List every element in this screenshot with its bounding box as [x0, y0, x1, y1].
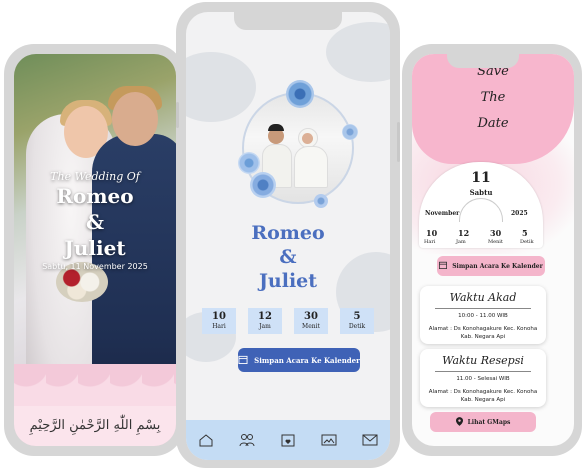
akad-card: Waktu Akad 10:00 - 11.00 WIB Alamat : Ds…: [420, 286, 546, 344]
flower-decoration: [286, 80, 314, 108]
watercolor-wash: [186, 52, 256, 122]
calendar-icon: [238, 355, 248, 366]
resepsi-time: 11.00 - Selesai WIB: [456, 376, 510, 382]
phone-notch: [234, 12, 342, 30]
flower-decoration: [250, 172, 276, 198]
wedding-date: Sabtu, 11 November 2025: [42, 262, 148, 271]
bride-name: Juliet: [258, 270, 318, 292]
flower-decoration: [342, 124, 358, 140]
year-label: 2025: [511, 210, 528, 217]
akad-time: 10:00 - 11.00 WIB: [458, 313, 508, 319]
power-button: [397, 122, 400, 162]
resepsi-card: Waktu Resepsi 11.00 - Selesai WIB Alamat…: [420, 349, 546, 407]
countdown-unit: Hari: [212, 323, 226, 330]
countdown-value: 10: [212, 311, 226, 322]
home-icon[interactable]: [198, 433, 214, 447]
map-pin-icon: [455, 416, 463, 428]
script-title: The Wedding Of: [50, 170, 140, 183]
save-to-calendar-button[interactable]: Simpan Acara Ke Kalender: [238, 348, 360, 372]
countdown-value: 30: [490, 228, 502, 238]
basmalah-text: بِسْمِ اللّٰهِ الرَّحْمٰنِ الرَّحِيْمِ: [14, 406, 176, 446]
flower-decoration: [314, 194, 328, 208]
couple-icon[interactable]: [239, 433, 255, 447]
groom-name: Romeo: [56, 184, 134, 208]
gmaps-label: Lihat GMaps: [467, 418, 511, 426]
countdown-value: 10: [426, 228, 438, 238]
bottom-navbar: [186, 420, 390, 460]
month-label: November: [425, 210, 460, 217]
gmaps-button[interactable]: Lihat GMaps: [430, 412, 536, 432]
arch-divider: [459, 198, 503, 222]
bride-name: Juliet: [64, 236, 126, 260]
divider: [435, 308, 531, 309]
date-text: Date: [477, 116, 509, 131]
countdown-unit: Detik: [520, 239, 534, 245]
akad-address: Alamat : Ds Konohagakure Kec. Konoha Kab…: [428, 326, 538, 340]
countdown-unit: Jam: [259, 323, 271, 330]
volume-button: [176, 102, 179, 128]
day-number: 11: [471, 170, 491, 186]
countdown-value: 12: [258, 311, 272, 322]
gallery-icon[interactable]: [321, 433, 337, 447]
countdown-unit: Hari: [424, 239, 436, 245]
countdown-unit: Jam: [456, 239, 466, 245]
cover-screen: The Wedding Of Romeo & Juliet Sabtu, 11 …: [14, 54, 176, 446]
phone-notch: [447, 54, 519, 68]
phone-mockup-main: Romeo & Juliet 10 Hari 12 Jam 30 Menit 5 Detik …: [176, 2, 400, 468]
details-screen: Save The Date 11 Sabtu November 2025 10 H…: [412, 54, 574, 446]
phone-mockup-details: Save The Date 11 Sabtu November 2025 10 H…: [402, 44, 582, 456]
resepsi-title: Waktu Resepsi: [442, 354, 524, 367]
day-name: Sabtu: [469, 188, 493, 197]
countdown-unit: Menit: [488, 239, 503, 245]
ampersand: &: [279, 246, 297, 268]
countdown-box: 30 Menit: [294, 308, 328, 334]
mail-icon[interactable]: [362, 433, 378, 447]
countdown-value: 5: [353, 311, 361, 322]
countdown-box: 12 Jam: [248, 308, 282, 334]
groom-name: Romeo: [251, 222, 325, 244]
calendar-icon: [439, 261, 448, 271]
save-to-calendar-label: Simpan Acara Ke Kalender: [452, 262, 543, 270]
countdown-value: 30: [304, 311, 318, 322]
countdown-unit: Menit: [302, 323, 320, 330]
main-screen: Romeo & Juliet 10 Hari 12 Jam 30 Menit 5 Detik …: [186, 12, 390, 460]
countdown-box: 5 Detik: [340, 308, 374, 334]
save-to-calendar-button[interactable]: Simpan Acara Ke Kalender: [437, 256, 545, 276]
the-text: The: [480, 90, 506, 105]
flower-decoration: [238, 152, 260, 174]
phone-mockup-cover: The Wedding Of Romeo & Juliet Sabtu, 11 …: [4, 44, 184, 456]
save-to-calendar-label: Simpan Acara Ke Kalender: [254, 355, 360, 365]
scallop-decoration: [14, 364, 176, 410]
groom-face: [112, 92, 158, 146]
countdown-box: 10 Hari: [202, 308, 236, 334]
akad-title: Waktu Akad: [449, 291, 517, 304]
watercolor-wash: [326, 22, 390, 82]
countdown-value: 5: [522, 228, 528, 238]
calendar-heart-icon[interactable]: [280, 433, 296, 447]
countdown-value: 12: [458, 228, 470, 238]
countdown-unit: Detik: [348, 323, 366, 330]
divider: [435, 371, 531, 372]
ampersand: &: [85, 210, 105, 234]
resepsi-address: Alamat : Ds Konohagakure Kec. Konoha Kab…: [428, 389, 538, 403]
